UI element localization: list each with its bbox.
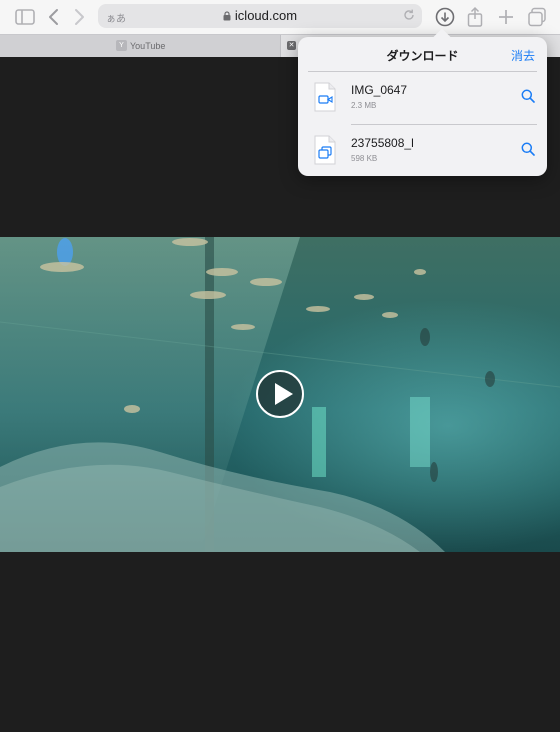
forward-icon[interactable] (67, 5, 91, 29)
play-button[interactable] (256, 370, 304, 418)
new-tab-icon[interactable] (494, 5, 518, 29)
magnifier-icon[interactable] (521, 142, 535, 156)
play-icon (275, 383, 293, 405)
download-name: 23755808_l (351, 136, 414, 150)
tab-title: YouTube (130, 40, 166, 51)
clear-button[interactable]: 消去 (511, 47, 535, 64)
video-file-icon (314, 82, 336, 112)
browser-toolbar: ぁあ icloud.com (0, 0, 560, 34)
address-bar[interactable]: ぁあ icloud.com (98, 4, 422, 28)
sidebar-icon[interactable] (13, 5, 37, 29)
youtube-favicon-icon: Y (116, 40, 127, 51)
close-tab-icon[interactable]: ✕ (287, 41, 296, 50)
downloads-popover: ダウンロード 消去 IMG_0647 2.3 MB 23755808_l 598… (298, 28, 547, 177)
share-icon[interactable] (463, 5, 487, 29)
tab-youtube[interactable]: Y YouTube (0, 35, 281, 57)
download-item[interactable]: IMG_0647 2.3 MB (298, 72, 547, 124)
magnifier-icon[interactable] (521, 89, 535, 103)
download-size: 2.3 MB (351, 101, 377, 110)
download-size: 598 KB (351, 154, 378, 163)
tab-overview-icon[interactable] (525, 5, 549, 29)
downloads-title: ダウンロード (386, 49, 459, 63)
download-item[interactable]: 23755808_l 598 KB (298, 125, 547, 177)
video-player[interactable] (0, 237, 560, 552)
lock-icon (223, 11, 231, 21)
downloads-icon[interactable] (433, 5, 457, 29)
url-text: icloud.com (234, 8, 298, 23)
photos-file-icon (314, 135, 336, 165)
back-icon[interactable] (42, 5, 66, 29)
download-name: IMG_0647 (351, 83, 408, 97)
popover-header: ダウンロード 消去 (298, 37, 547, 71)
reload-icon[interactable] (402, 8, 416, 22)
